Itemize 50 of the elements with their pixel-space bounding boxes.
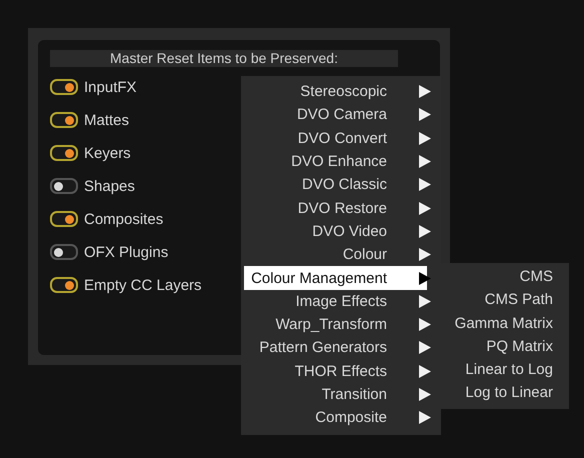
submenu-arrow-icon xyxy=(419,294,431,308)
submenu-arrow-icon xyxy=(419,272,431,285)
toggle-switch[interactable] xyxy=(50,277,78,293)
submenu-arrow-icon xyxy=(419,318,431,332)
submenu-arrow-icon xyxy=(419,202,431,215)
toggle-label: OFX Plugins xyxy=(84,244,168,260)
toggle-label: Empty CC Layers xyxy=(84,276,202,294)
menu-item[interactable]: PQ Matrix xyxy=(441,334,569,358)
toggle-switch[interactable] xyxy=(50,244,78,260)
submenu-arrow-icon xyxy=(419,178,431,192)
menu-item[interactable]: Image Effects xyxy=(244,290,427,313)
submenu-arrow-icon xyxy=(419,85,431,98)
menu-item[interactable]: DVO Convert xyxy=(244,126,427,150)
submenu-arrow-icon xyxy=(419,132,431,145)
menu-item[interactable]: Composite xyxy=(244,406,427,430)
menu-item[interactable]: Warp_Transform xyxy=(244,312,427,336)
submenu-arrow-icon xyxy=(419,411,431,424)
menu-item[interactable]: DVO Restore xyxy=(244,196,427,220)
toggle-switch[interactable] xyxy=(50,79,78,95)
menu-item[interactable]: THOR Effects xyxy=(244,360,427,383)
menu-item[interactable]: Colour xyxy=(244,243,427,266)
toggle-label: InputFX xyxy=(84,78,137,96)
toggle-switch[interactable] xyxy=(50,211,78,227)
menu-item[interactable]: Pattern Generators xyxy=(244,336,427,360)
menu-item[interactable]: DVO Enhance xyxy=(244,150,427,174)
menu-item[interactable]: CMS xyxy=(441,265,569,288)
toggle-label: Keyers xyxy=(84,144,131,162)
menu-item[interactable]: CMS Path xyxy=(441,288,569,312)
toggle-label: Mattes xyxy=(84,112,130,128)
submenu-arrow-icon xyxy=(419,341,431,354)
toggle-label: Shapes xyxy=(84,178,135,194)
toggle-label: Composites xyxy=(84,210,164,228)
submenu-arrow-icon xyxy=(419,248,431,262)
menu-item[interactable]: Linear to Log xyxy=(441,358,569,382)
submenu-arrow-icon xyxy=(419,388,431,401)
menu-item[interactable]: Transition xyxy=(244,382,427,406)
menu-item[interactable]: DVO Classic xyxy=(244,173,427,196)
toggle-switch[interactable] xyxy=(50,145,78,161)
submenu-arrow-icon xyxy=(419,364,431,378)
submenu-arrow-icon xyxy=(419,108,431,122)
menu-item[interactable]: Gamma Matrix xyxy=(441,312,569,335)
menu-item[interactable]: Stereoscopic xyxy=(244,80,427,104)
menu-item[interactable]: Log to Linear xyxy=(441,381,569,405)
toggle-switch[interactable] xyxy=(50,178,78,194)
panel-title: Master Reset Items to be Preserved: xyxy=(50,50,398,67)
menu-item[interactable]: DVO Camera xyxy=(244,103,427,127)
menu-item[interactable]: DVO Video xyxy=(244,220,427,244)
submenu-arrow-icon xyxy=(419,155,431,168)
toggle-switch[interactable] xyxy=(50,112,78,128)
submenu-arrow-icon xyxy=(419,224,431,238)
